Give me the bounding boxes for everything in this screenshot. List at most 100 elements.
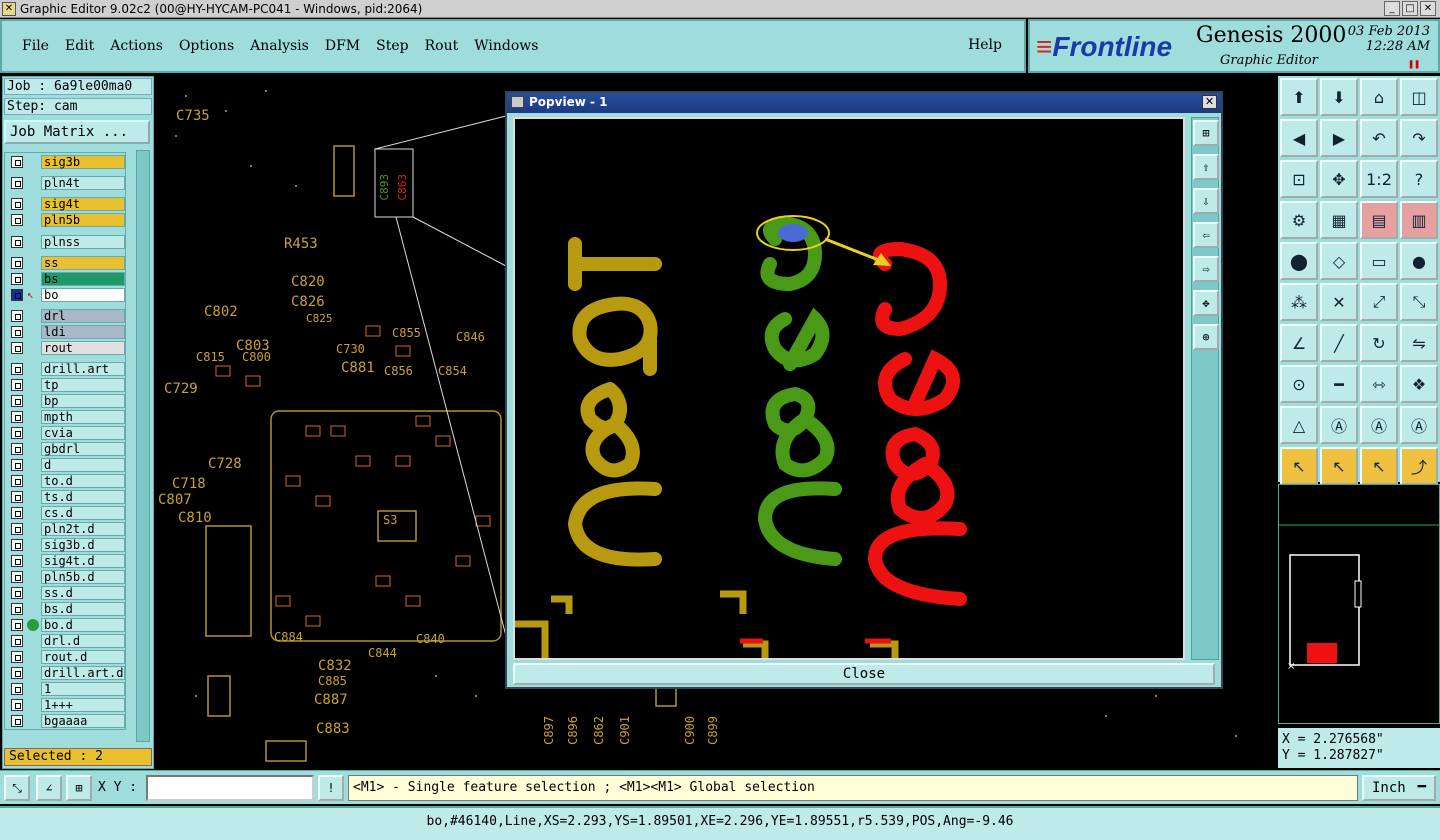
layer-checkbox[interactable] [11,475,23,487]
layer-row-pln4t[interactable]: pln4t [7,176,125,190]
select-box-icon[interactable]: ↖ [1320,447,1358,485]
layer-checkbox[interactable] [11,342,23,354]
layer-row-bs[interactable]: bs [7,272,125,286]
layer-row-bo[interactable]: bo ↖ [7,288,125,302]
popview-canvas[interactable] [513,117,1185,660]
scale-1-2-icon[interactable]: 1:2 [1360,160,1398,198]
layer-row-sig4t.d[interactable]: sig4t.d [7,554,125,568]
layer-name[interactable]: cs.d [41,506,125,520]
layer-checkbox[interactable] [11,635,23,647]
layer-name[interactable]: pln5b [41,213,125,227]
menu-step[interactable]: Step [368,38,416,54]
layer-name[interactable]: rout [41,341,125,355]
copy-to-icon[interactable]: ⬆ [1280,78,1318,116]
layer-row-ldi[interactable]: ldi [7,325,125,339]
layer-row-ts.d[interactable]: ts.d [7,490,125,504]
layer-row-sig3b.d[interactable]: sig3b.d [7,538,125,552]
menu-help[interactable]: Help [960,37,1010,53]
layer-name[interactable]: ss.d [41,586,125,600]
split-view-icon[interactable]: ◫ [1400,78,1438,116]
layer-name[interactable]: 1+++ [41,698,125,712]
layer-name[interactable]: bp [41,394,125,408]
layer-name[interactable]: cvia [41,426,125,440]
layer-row-drill.art[interactable]: drill.art [7,362,125,376]
layer-checkbox[interactable] [11,198,23,210]
layer-row-1[interactable]: 1 [7,682,125,696]
menu-dfm[interactable]: DFM [317,38,368,54]
popview-zoom-out-icon[interactable]: ⊕ [1193,324,1219,350]
pad-add-icon[interactable]: ⬤ [1280,242,1318,280]
popview-close-icon[interactable]: ✕ [1202,95,1217,109]
layer-name[interactable]: sig4t.d [41,554,125,568]
layer-checkbox[interactable] [11,411,23,423]
menu-edit[interactable]: Edit [57,38,102,54]
menu-options[interactable]: Options [171,38,242,54]
resize-icon[interactable]: ⇿ [1360,365,1398,403]
help-icon[interactable]: ? [1400,160,1438,198]
ruler-icon[interactable]: ▭ [1360,242,1398,280]
tri-a-icon[interactable]: Ⓐ [1320,406,1358,444]
alert-icon[interactable]: ! [318,775,344,801]
layer-scrollbar[interactable] [136,150,150,742]
layer-name[interactable]: pln4t [41,176,125,190]
grid-view-icon[interactable]: ▦ [1320,201,1358,239]
tri-b-icon[interactable]: Ⓐ [1360,406,1398,444]
layer-name[interactable]: bs [41,272,125,286]
layer-row-pln5b[interactable]: pln5b [7,213,125,227]
layer-row-plnss[interactable]: plnss [7,235,125,249]
layer-name[interactable]: drill.art [41,362,125,376]
layer-checkbox[interactable] [11,667,23,679]
layer-checkbox[interactable] [11,236,23,248]
layer-checkbox[interactable] [11,715,23,727]
layer-checkbox[interactable] [11,459,23,471]
layer-name[interactable]: bgaaaa [41,714,125,728]
redo-icon[interactable]: ↷ [1400,119,1438,157]
layer-row-tp[interactable]: tp [7,378,125,392]
layer-row-cs.d[interactable]: cs.d [7,506,125,520]
menu-rout[interactable]: Rout [417,38,467,54]
layer-checkbox[interactable] [11,443,23,455]
layer-name[interactable]: ss [41,256,125,270]
layer-row-to.d[interactable]: to.d [7,474,125,488]
layer-checkbox[interactable] [11,571,23,583]
layer-name[interactable]: 1 [41,682,125,696]
layer-name[interactable]: sig4t [41,197,125,211]
layer-checkbox[interactable] [11,427,23,439]
select-poly-icon[interactable]: ↖ [1360,447,1398,485]
layer-select-icon[interactable]: ▥ [1400,201,1438,239]
popview-pan-up-icon[interactable]: ⇧ [1193,154,1219,180]
layer-row-cvia[interactable]: cvia [7,426,125,440]
layer-name[interactable]: ldi [41,325,125,339]
menu-analysis[interactable]: Analysis [242,38,317,54]
layer-checkbox[interactable] [11,523,23,535]
layer-row-mpth[interactable]: mpth [7,410,125,424]
layer-checkbox[interactable] [11,326,23,338]
layer-name[interactable]: sig3b [41,155,125,169]
layer-row-ss.d[interactable]: ss.d [7,586,125,600]
layer-checkbox[interactable] [11,619,23,631]
menu-windows[interactable]: Windows [466,38,546,54]
layer-row-pln2t.d[interactable]: pln2t.d [7,522,125,536]
layer-row-1+++[interactable]: 1+++ [7,698,125,712]
layer-row-drl.d[interactable]: drl.d [7,634,125,648]
mirror-icon[interactable]: ⇋ [1400,324,1438,362]
layer-checkbox[interactable] [11,587,23,599]
move-left-icon[interactable]: ◀ [1280,119,1318,157]
pause-icon[interactable]: ❚❚ [1408,59,1420,70]
group-icon[interactable]: ❖ [1400,365,1438,403]
unit-select[interactable]: Inch ━ [1362,775,1436,801]
undo-icon[interactable]: ↶ [1360,119,1398,157]
layer-checkbox[interactable] [11,379,23,391]
diagonal-line-icon[interactable]: ╱ [1320,324,1358,362]
snap-icon[interactable]: ⤡ [4,775,30,801]
layer-checkbox[interactable] [11,214,23,226]
layer-checkbox[interactable] [11,491,23,503]
layer-checkbox[interactable] [11,699,23,711]
minimap[interactable]: × [1278,484,1440,724]
layer-checkbox[interactable] [11,257,23,269]
angle-line-icon[interactable]: ∠ [1280,324,1318,362]
layer-name[interactable]: bo.d [41,618,125,632]
layer-row-sig3b[interactable]: sig3b [7,155,125,169]
triangle-icon[interactable]: △ [1280,406,1318,444]
layer-name[interactable]: pln2t.d [41,522,125,536]
